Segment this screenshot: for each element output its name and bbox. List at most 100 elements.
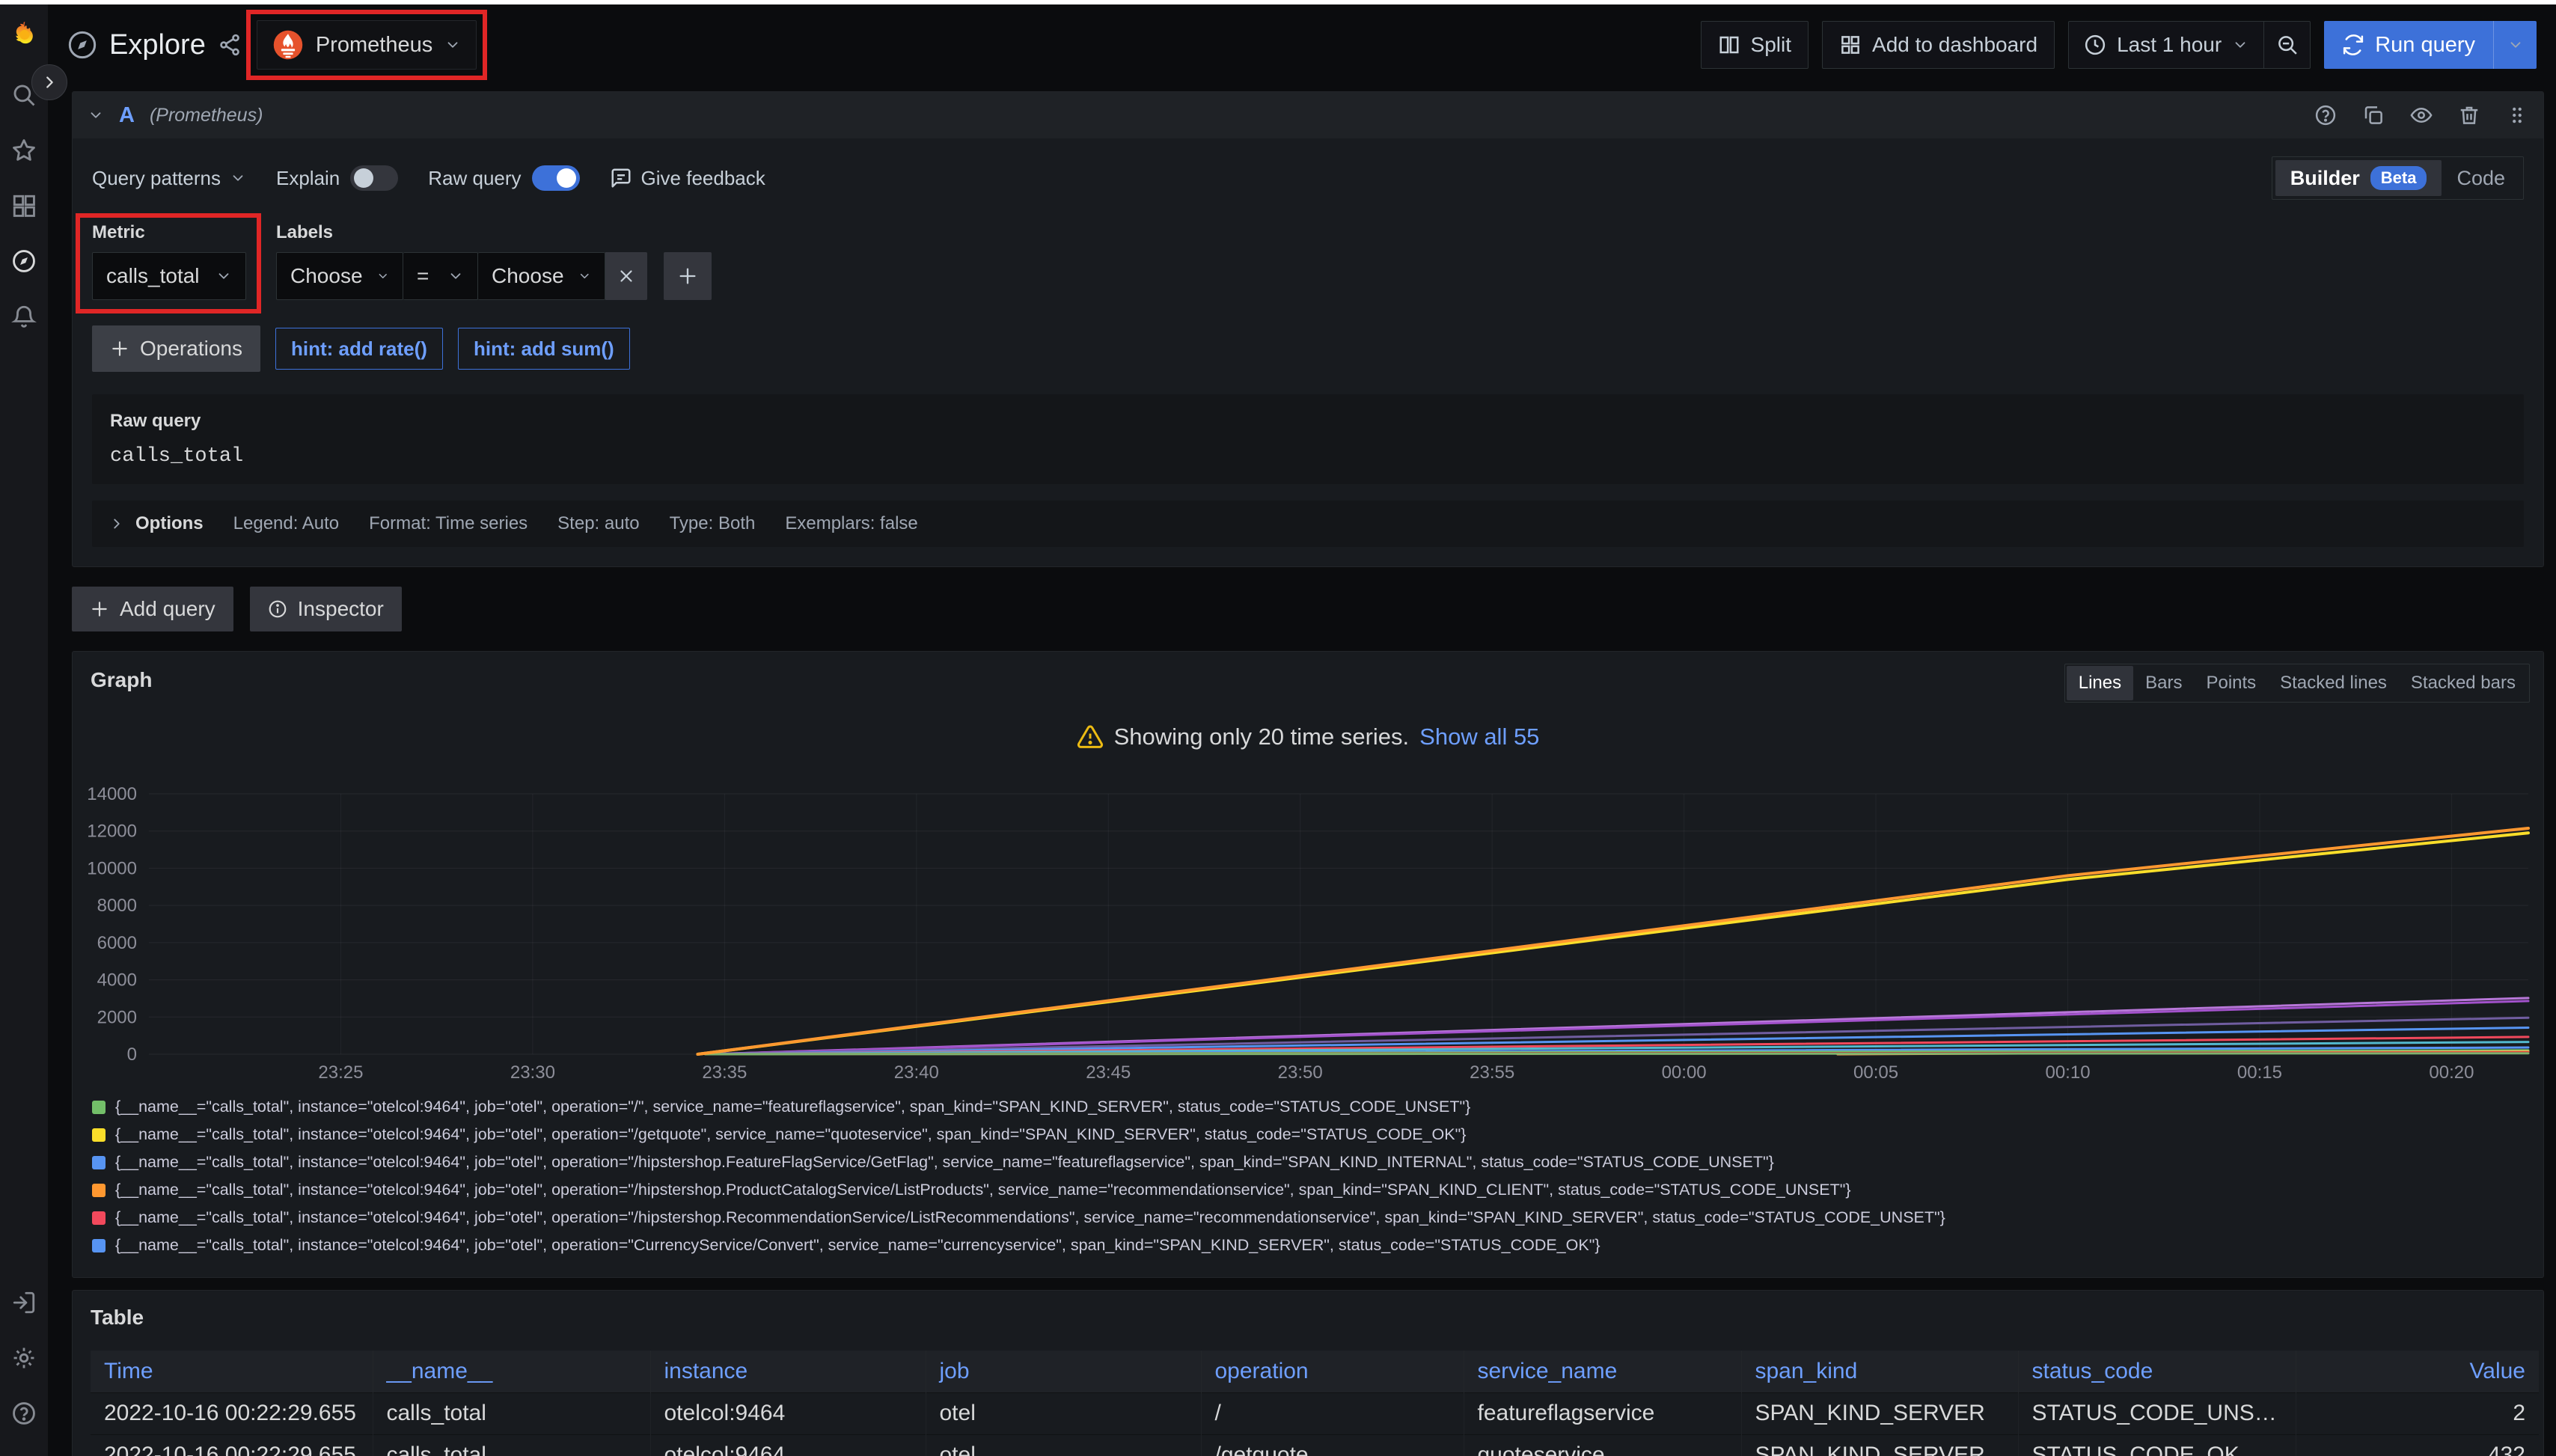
add-to-dashboard-button[interactable]: Add to dashboard bbox=[1822, 21, 2055, 69]
window-edge bbox=[0, 0, 2556, 4]
column-header--name-[interactable]: __name__ bbox=[373, 1351, 650, 1392]
query-hint-button-1[interactable]: hint: add sum() bbox=[458, 328, 630, 370]
query-actions-row: Add query Inspector bbox=[72, 587, 2544, 631]
explore-title-group: Explore bbox=[67, 29, 242, 61]
drag-handle-icon[interactable] bbox=[2506, 104, 2528, 126]
datasource-name: Prometheus bbox=[316, 33, 432, 58]
add-label-filter-button[interactable] bbox=[664, 252, 712, 300]
collapse-chevron-icon[interactable] bbox=[88, 107, 104, 123]
column-header-status-code[interactable]: status_code bbox=[2018, 1351, 2296, 1392]
column-header-span-kind[interactable]: span_kind bbox=[1741, 1351, 2018, 1392]
zoom-out-time-button[interactable] bbox=[2263, 22, 2310, 68]
show-all-series-link[interactable]: Show all 55 bbox=[1419, 724, 1539, 750]
option-summary-item: Step: auto bbox=[557, 513, 639, 534]
help-icon[interactable] bbox=[7, 1397, 40, 1430]
graph-mode-bars[interactable]: Bars bbox=[2133, 666, 2194, 700]
time-series-chart[interactable]: 0200040006000800010000120001400023:2523:… bbox=[86, 783, 2534, 1084]
query-ref-id[interactable]: A bbox=[119, 103, 135, 128]
table-cell: otelcol:9464 bbox=[650, 1434, 926, 1456]
legend-item[interactable]: {__name__="calls_total", instance="otelc… bbox=[92, 1098, 2530, 1116]
label-key-select[interactable]: Choose bbox=[276, 252, 403, 300]
explore-nav-icon[interactable] bbox=[7, 245, 40, 278]
plus-icon bbox=[90, 599, 109, 619]
datasource-picker[interactable]: Prometheus bbox=[257, 20, 477, 70]
column-header-time[interactable]: Time bbox=[91, 1351, 373, 1392]
query-row-header[interactable]: A (Prometheus) bbox=[73, 92, 2543, 138]
legend-item[interactable]: {__name__="calls_total", instance="otelc… bbox=[92, 1236, 2530, 1255]
duplicate-query-icon[interactable] bbox=[2362, 104, 2385, 126]
add-query-button[interactable]: Add query bbox=[72, 587, 233, 631]
label-operator-select[interactable]: = bbox=[403, 252, 478, 300]
column-header-service-name[interactable]: service_name bbox=[1464, 1351, 1741, 1392]
legend-item[interactable]: {__name__="calls_total", instance="otelc… bbox=[92, 1208, 2530, 1227]
svg-text:00:15: 00:15 bbox=[2237, 1062, 2282, 1083]
star-icon[interactable] bbox=[7, 134, 40, 167]
legend-item[interactable]: {__name__="calls_total", instance="otelc… bbox=[92, 1125, 2530, 1144]
alerting-bell-icon[interactable] bbox=[7, 300, 40, 333]
share-icon[interactable] bbox=[218, 33, 242, 57]
options-toggle[interactable]: Options bbox=[108, 513, 204, 534]
column-header-job[interactable]: job bbox=[926, 1351, 1201, 1392]
legend-label: {__name__="calls_total", instance="otelc… bbox=[115, 1236, 1600, 1255]
options-label: Options bbox=[135, 513, 204, 534]
raw-query-toggle[interactable] bbox=[532, 165, 580, 191]
table-header-row: Time__name__instancejoboperationservice_… bbox=[91, 1351, 2539, 1392]
svg-text:8000: 8000 bbox=[97, 896, 137, 916]
time-range-button[interactable]: Last 1 hour bbox=[2069, 22, 2263, 68]
query-editor-panel: A (Prometheus) Query patterns Explain bbox=[72, 91, 2544, 567]
sidebar-expand-button[interactable] bbox=[31, 64, 67, 100]
query-options-row: Options Legend: AutoFormat: Time seriesS… bbox=[92, 501, 2524, 547]
explain-toggle[interactable] bbox=[350, 165, 398, 191]
add-operation-button[interactable]: Operations bbox=[92, 325, 260, 372]
give-feedback-label: Give feedback bbox=[641, 167, 765, 190]
table-cell: 2022-10-16 00:22:29.655 bbox=[91, 1434, 373, 1456]
graph-mode-stacked-bars[interactable]: Stacked bars bbox=[2399, 666, 2528, 700]
run-query-button[interactable]: Run query bbox=[2324, 21, 2493, 69]
query-patterns-label: Query patterns bbox=[92, 167, 221, 190]
metric-select[interactable]: calls_total bbox=[92, 252, 246, 300]
graph-mode-points[interactable]: Points bbox=[2194, 666, 2268, 700]
legend-item[interactable]: {__name__="calls_total", instance="otelc… bbox=[92, 1181, 2530, 1199]
query-hint-button-0[interactable]: hint: add rate() bbox=[275, 328, 443, 370]
chevron-down-icon bbox=[578, 268, 591, 284]
svg-text:23:40: 23:40 bbox=[894, 1062, 939, 1083]
grafana-logo[interactable] bbox=[7, 16, 40, 49]
builder-label: Builder bbox=[2290, 167, 2360, 190]
labels-field: Labels Choose = Choose bbox=[276, 222, 712, 300]
page-title: Explore bbox=[109, 29, 206, 61]
remove-label-filter-button[interactable] bbox=[605, 252, 647, 300]
graph-mode-stacked-lines[interactable]: Stacked lines bbox=[2268, 666, 2399, 700]
dashboards-icon[interactable] bbox=[7, 189, 40, 222]
chart-legend: {__name__="calls_total", instance="otelc… bbox=[92, 1098, 2530, 1264]
give-feedback-button[interactable]: Give feedback bbox=[610, 167, 765, 190]
table-row: 2022-10-16 00:22:29.655calls_totalotelco… bbox=[91, 1434, 2539, 1456]
option-summary-item: Legend: Auto bbox=[233, 513, 339, 534]
split-button[interactable]: Split bbox=[1701, 21, 1809, 69]
settings-gear-icon[interactable] bbox=[7, 1342, 40, 1374]
hide-query-eye-icon[interactable] bbox=[2410, 104, 2433, 126]
inspector-button[interactable]: Inspector bbox=[250, 587, 402, 631]
legend-color-chip bbox=[92, 1211, 106, 1225]
label-value-select[interactable]: Choose bbox=[478, 252, 605, 300]
dashboard-grid-icon bbox=[1839, 34, 1862, 56]
label-key-value: Choose bbox=[290, 264, 363, 288]
warning-triangle-icon bbox=[1077, 724, 1104, 750]
graph-mode-lines[interactable]: Lines bbox=[2067, 666, 2133, 700]
legend-item[interactable]: {__name__="calls_total", instance="otelc… bbox=[92, 1153, 2530, 1172]
legend-label: {__name__="calls_total", instance="otelc… bbox=[115, 1153, 1774, 1172]
code-mode-tab[interactable]: Code bbox=[2442, 160, 2520, 196]
query-help-icon[interactable] bbox=[2314, 104, 2337, 126]
query-hints: hint: add rate() hint: add sum() bbox=[260, 328, 630, 370]
builder-mode-tab[interactable]: Builder Beta bbox=[2275, 160, 2442, 196]
run-query-dropdown[interactable] bbox=[2493, 21, 2537, 69]
column-header-instance[interactable]: instance bbox=[650, 1351, 926, 1392]
query-patterns-button[interactable]: Query patterns bbox=[92, 167, 246, 190]
svg-text:2000: 2000 bbox=[97, 1007, 137, 1027]
table-cell: STATUS_CODE_OK bbox=[2018, 1434, 2296, 1456]
raw-query-preview: Raw query calls_total bbox=[92, 394, 2524, 484]
remove-query-trash-icon[interactable] bbox=[2458, 104, 2480, 126]
column-header-value[interactable]: Value bbox=[2296, 1351, 2539, 1392]
sign-in-icon[interactable] bbox=[7, 1286, 40, 1319]
column-header-operation[interactable]: operation bbox=[1201, 1351, 1464, 1392]
query-datasource-hint: (Prometheus) bbox=[150, 105, 263, 126]
